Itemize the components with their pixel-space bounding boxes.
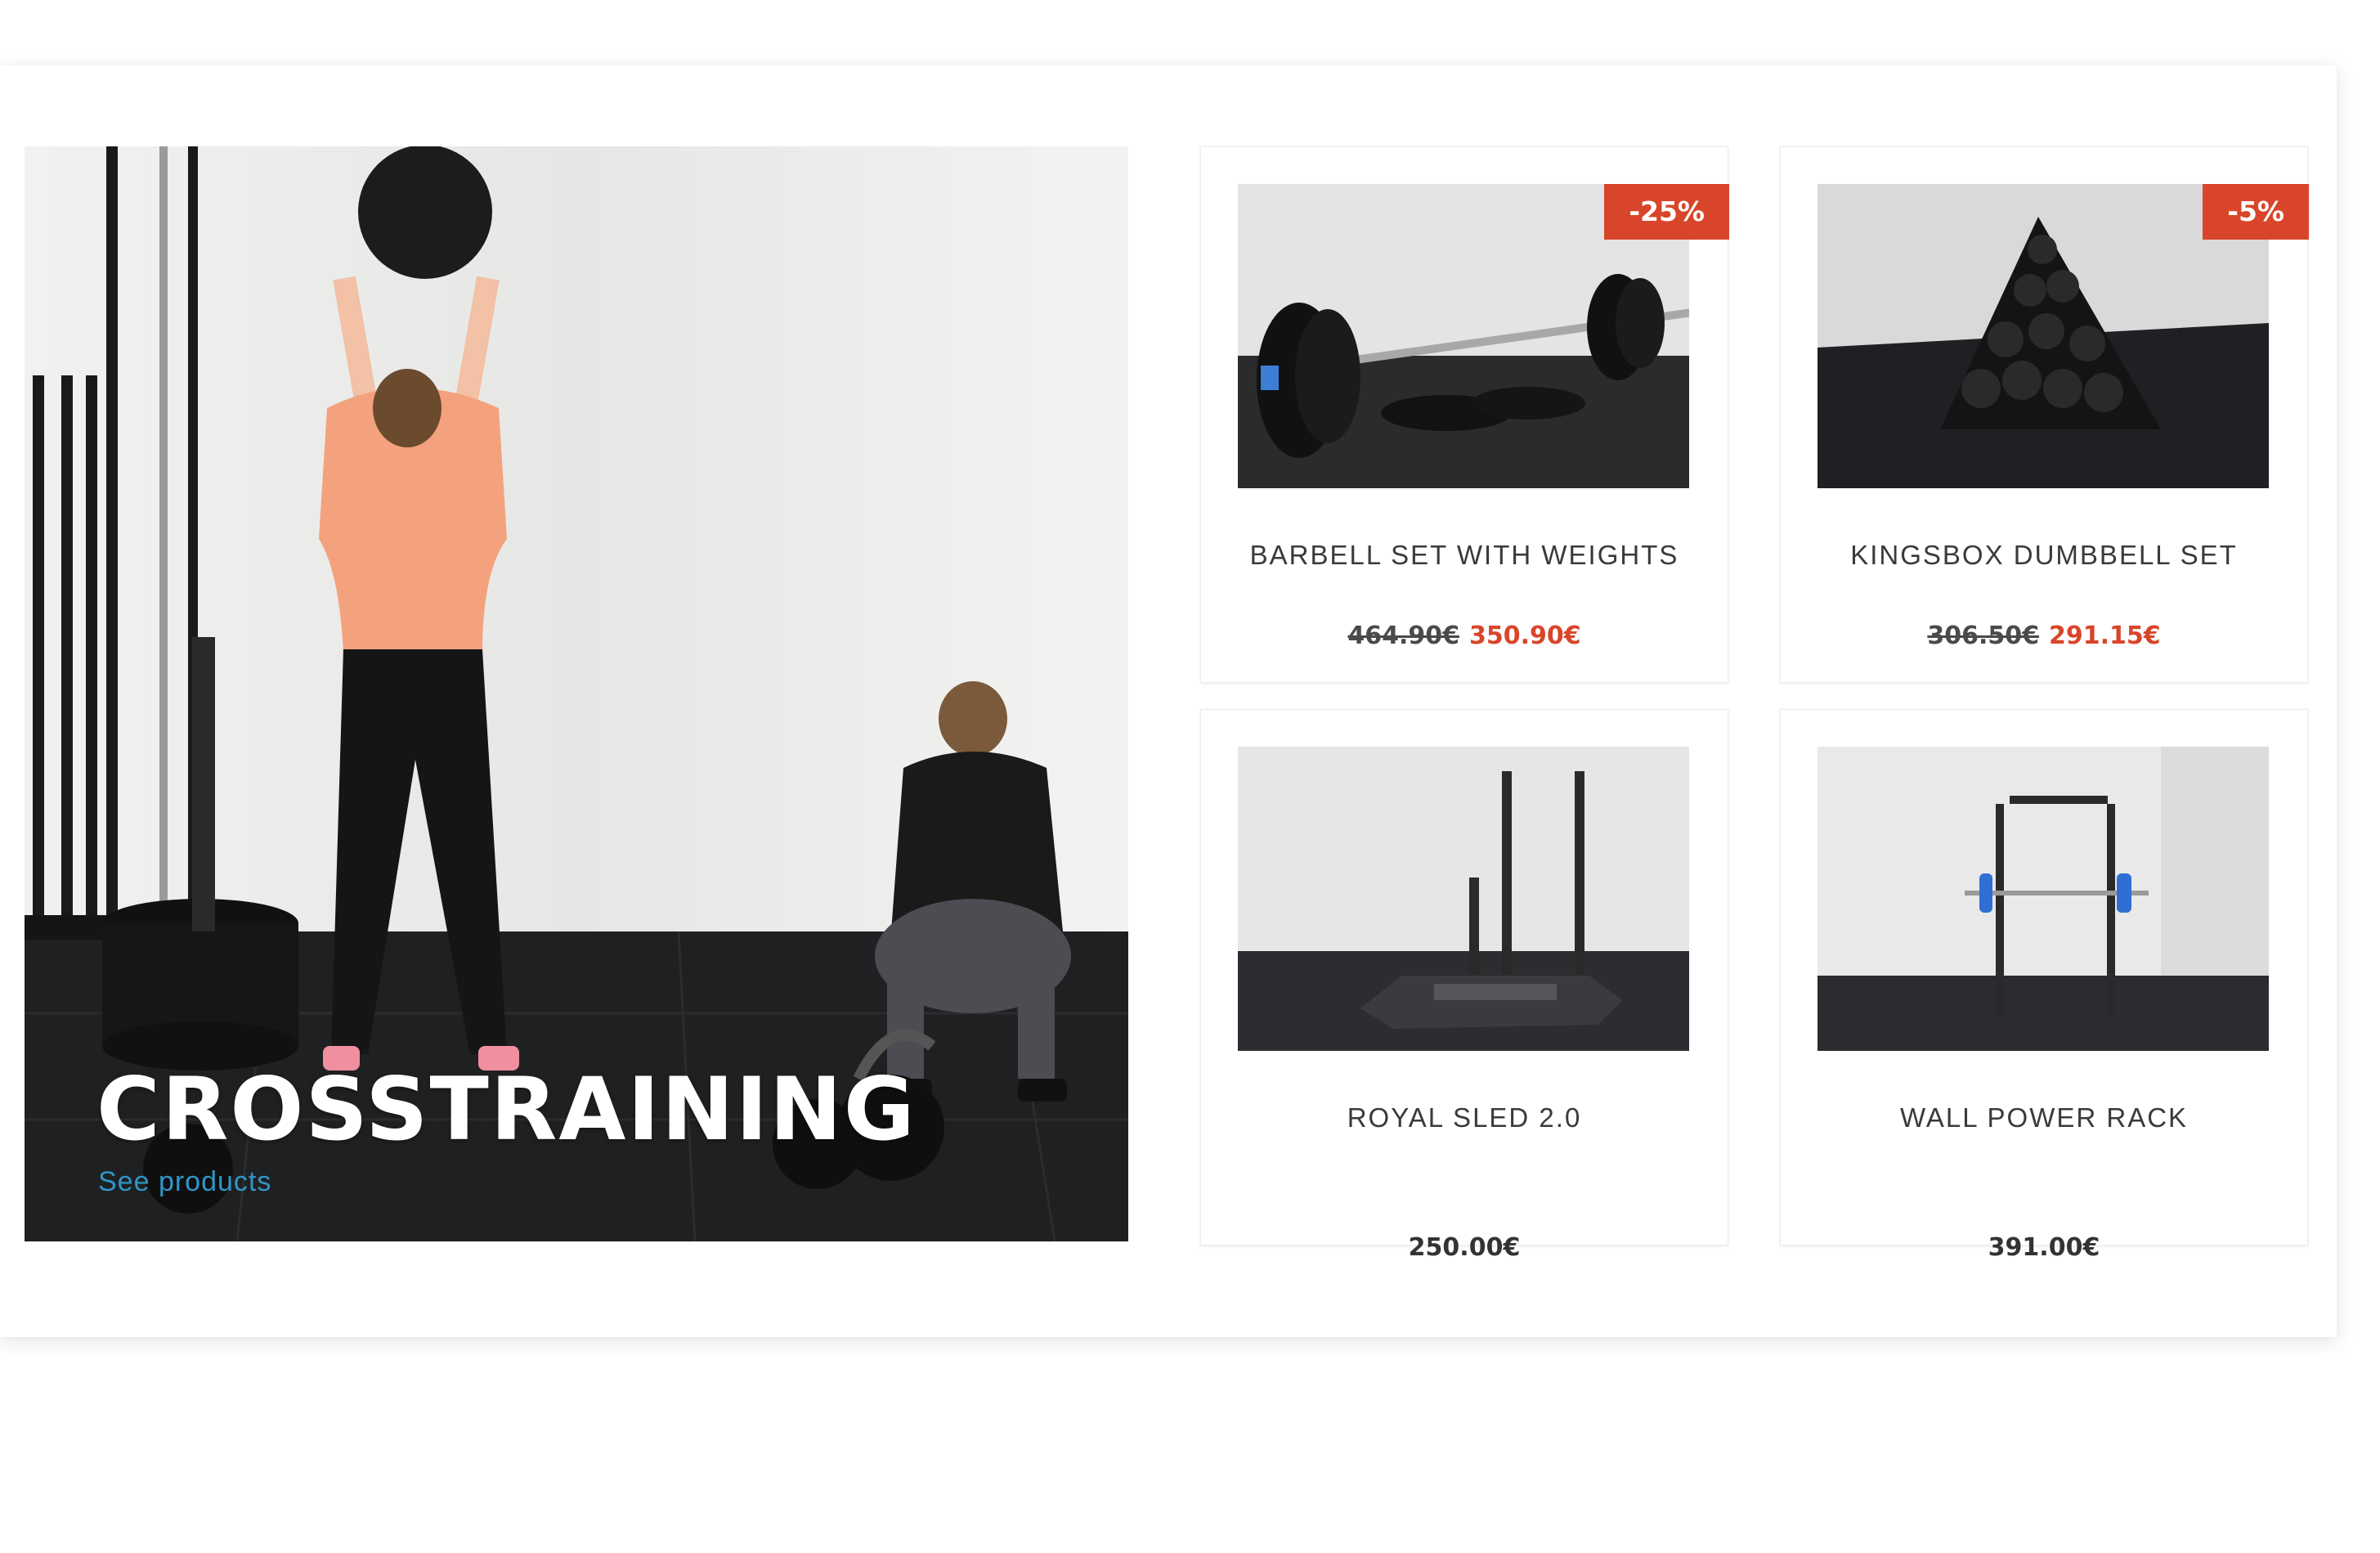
- price: 250.00€: [1408, 1233, 1521, 1262]
- product-price: 250.00€: [1201, 1233, 1728, 1262]
- dumbbells-image: [1817, 184, 2269, 488]
- see-products-link[interactable]: See products: [98, 1166, 271, 1198]
- power-rack-image: [1817, 747, 2269, 1051]
- sale-price: 350.90€: [1469, 622, 1581, 650]
- product-card-dumbbell-set[interactable]: -5% KINGSBOX DUMBBELL SET 306.50€ 291.15€: [1780, 146, 2309, 683]
- old-price: 306.50€: [1927, 622, 2039, 650]
- product-price: 391.00€: [1781, 1233, 2307, 1262]
- product-card-wall-power-rack[interactable]: WALL POWER RACK 391.00€: [1780, 709, 2308, 1262]
- product-name[interactable]: BARBELL SET WITH WEIGHTS: [1201, 540, 1728, 571]
- price: 391.00€: [1988, 1233, 2100, 1262]
- banner-title: CROSSTRAINING: [96, 1059, 917, 1160]
- product-name[interactable]: ROYAL SLED 2.0: [1201, 1102, 1728, 1133]
- featured-category-section: CROSSTRAINING See products -25% BARBELL …: [0, 65, 2337, 1337]
- product-card-royal-sled[interactable]: ROYAL SLED 2.0 250.00€: [1200, 709, 1728, 1262]
- sled-image: [1238, 747, 1689, 1051]
- product-name[interactable]: KINGSBOX DUMBBELL SET: [1781, 540, 2307, 571]
- sale-price: 291.15€: [2049, 622, 2161, 650]
- product-name[interactable]: WALL POWER RACK: [1781, 1102, 2307, 1133]
- product-price: 306.50€ 291.15€: [1781, 622, 2307, 650]
- product-price: 464.90€ 350.90€: [1201, 622, 1728, 650]
- product-card-barbell-set[interactable]: -25% BARBELL SET WITH WEIGHTS 464.90€ 350…: [1200, 146, 1729, 683]
- discount-badge: -5%: [2203, 184, 2309, 240]
- old-price: 464.90€: [1347, 622, 1459, 650]
- discount-badge: -25%: [1604, 184, 1729, 240]
- crosstraining-banner[interactable]: CROSSTRAINING See products: [25, 146, 1128, 1241]
